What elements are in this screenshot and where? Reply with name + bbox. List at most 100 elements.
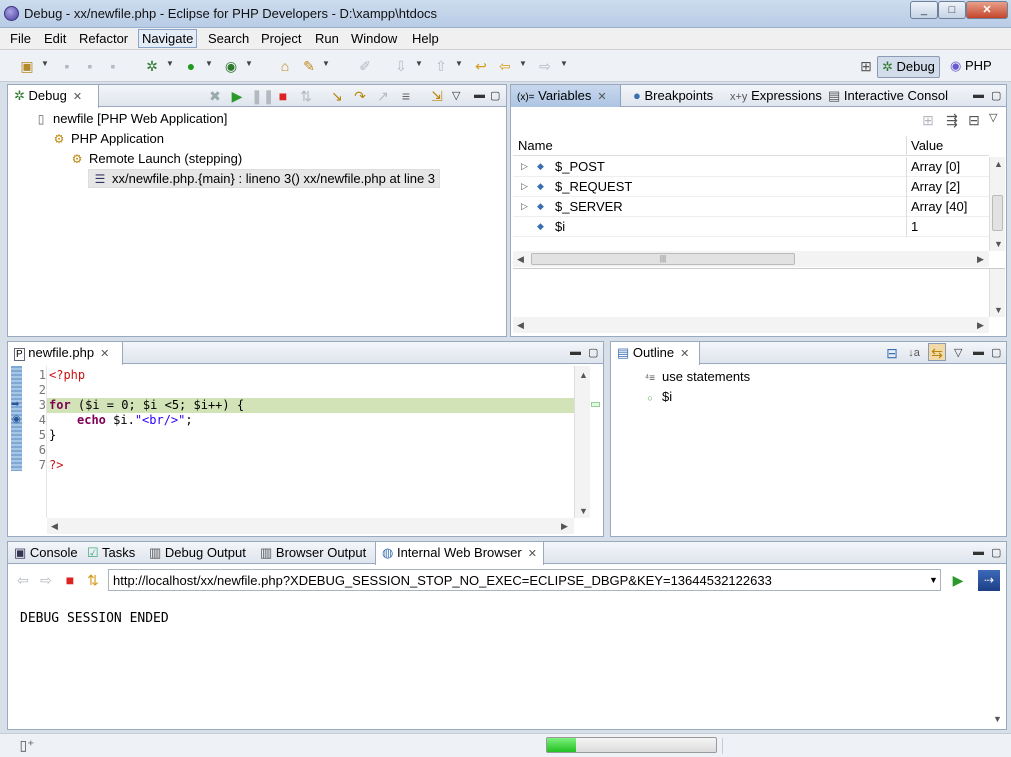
- run-dropdown-icon[interactable]: ▼: [205, 59, 213, 68]
- tree-item-application[interactable]: ⚙ PHP Application: [52, 131, 164, 146]
- back-icon[interactable]: ⇦: [496, 57, 514, 75]
- save-icon[interactable]: ▪: [58, 57, 76, 75]
- url-field[interactable]: http://localhost/xx/newfile.php?XDEBUG_S…: [108, 569, 941, 591]
- open-type-icon[interactable]: ⌂: [276, 57, 294, 75]
- save-all-icon[interactable]: ▪: [81, 57, 99, 75]
- scroll-down-icon[interactable]: ▼: [994, 239, 1003, 249]
- browser-stop-icon[interactable]: ■: [61, 571, 79, 589]
- outline-item[interactable]: ○ $i: [643, 389, 672, 404]
- minimize-view-icon[interactable]: ▬: [973, 89, 984, 101]
- close-tab-icon[interactable]: ✕: [680, 348, 689, 360]
- tab-breakpoints[interactable]: ● Breakpoints: [627, 85, 719, 107]
- sort-icon[interactable]: ↓a: [905, 344, 923, 362]
- maximize-view-icon[interactable]: ▢: [991, 546, 1001, 559]
- new-icon[interactable]: ▣: [18, 57, 36, 75]
- browser-back-icon[interactable]: ⇦: [14, 571, 32, 589]
- outline-item[interactable]: ⁴≡ use statements: [643, 369, 750, 384]
- forward-icon[interactable]: ⇨: [536, 57, 554, 75]
- editor-horizontal-scrollbar[interactable]: ◀ ▶: [47, 518, 574, 534]
- open-external-browser-icon[interactable]: ⇢: [978, 570, 1000, 591]
- variable-row[interactable]: ▷ ◆ $_REQUEST Array [2]: [513, 177, 989, 197]
- forward-dropdown-icon[interactable]: ▼: [560, 59, 568, 68]
- code-text-area[interactable]: <?php for ($i = 0; $i <5; $i++) { echo $…: [47, 368, 574, 473]
- external-tools-icon[interactable]: ◉: [222, 57, 240, 75]
- back-dropdown-icon[interactable]: ▼: [519, 59, 527, 68]
- minimize-view-icon[interactable]: ▬: [973, 346, 984, 358]
- go-icon[interactable]: ▶: [949, 571, 967, 589]
- details-vertical-scrollbar[interactable]: ▼: [989, 269, 1005, 317]
- tab-debug[interactable]: ✲ Debug ✕: [7, 85, 99, 108]
- browser-forward-icon[interactable]: ⇨: [37, 571, 55, 589]
- perspective-debug[interactable]: ✲ Debug: [877, 56, 940, 78]
- minimize-view-icon[interactable]: ▬: [973, 546, 984, 558]
- tab-variables[interactable]: (x)= Variables ✕: [511, 85, 621, 107]
- run-icon[interactable]: ●: [182, 57, 200, 75]
- maximize-button[interactable]: □: [938, 1, 966, 19]
- collapse-all-icon[interactable]: ⊟: [965, 111, 983, 129]
- scroll-thumb[interactable]: [992, 195, 1003, 231]
- close-tab-icon[interactable]: ✕: [73, 91, 82, 103]
- search-dropdown-icon[interactable]: ▼: [322, 59, 330, 68]
- scroll-left-icon[interactable]: ◀: [517, 254, 524, 265]
- disconnect-icon[interactable]: ⇅: [297, 87, 315, 105]
- scroll-down-icon[interactable]: ▼: [993, 714, 1002, 724]
- resume-icon[interactable]: ▶: [228, 87, 246, 105]
- close-tab-icon[interactable]: ✕: [100, 348, 109, 360]
- maximize-view-icon[interactable]: ▢: [991, 346, 1001, 359]
- show-type-names-icon[interactable]: ⊞: [919, 111, 937, 129]
- minimize-view-icon[interactable]: ▬: [474, 89, 485, 101]
- variables-horizontal-scrollbar[interactable]: ◀ ||| ▶: [513, 251, 989, 267]
- collapse-all-icon[interactable]: ⊟: [883, 344, 901, 362]
- link-with-editor-icon[interactable]: ⇆: [928, 343, 946, 361]
- print-icon[interactable]: ▪: [104, 57, 122, 75]
- variable-row[interactable]: ◆ $i 1: [513, 217, 989, 237]
- view-menu-icon[interactable]: ▽: [954, 346, 962, 359]
- close-tab-icon[interactable]: ✕: [528, 548, 537, 560]
- expand-arrow-icon[interactable]: ▷: [521, 181, 528, 192]
- menu-navigate[interactable]: Navigate: [138, 29, 198, 48]
- step-over-icon[interactable]: ↷: [351, 87, 369, 105]
- scroll-right-icon[interactable]: ▶: [977, 254, 984, 265]
- tab-debug-output[interactable]: ▥ Debug Output: [143, 542, 252, 564]
- search-tool-icon[interactable]: ✎: [300, 57, 318, 75]
- scroll-down-icon[interactable]: ▼: [994, 305, 1003, 315]
- menu-run[interactable]: Run: [312, 31, 342, 46]
- editor-vertical-scrollbar[interactable]: ▲ ▼: [574, 366, 590, 518]
- tab-browser-output[interactable]: ▥ Browser Output: [254, 542, 372, 564]
- step-return-icon[interactable]: ↗: [374, 87, 392, 105]
- close-button[interactable]: ✕: [966, 1, 1008, 19]
- tree-item-stack-frame[interactable]: ☰ xx/newfile.php.{main} : lineno 3() xx/n…: [88, 169, 441, 188]
- scroll-left-icon[interactable]: ◀: [51, 521, 58, 532]
- use-step-filters-icon[interactable]: ⇲: [428, 87, 446, 105]
- tab-console[interactable]: ▣ Console: [8, 542, 84, 564]
- column-value-header[interactable]: Value: [911, 138, 943, 153]
- details-horizontal-scrollbar[interactable]: ◀ ▶: [513, 317, 989, 333]
- scroll-down-icon[interactable]: ▼: [579, 506, 588, 516]
- menu-edit[interactable]: Edit: [41, 31, 69, 46]
- variable-row[interactable]: ▷ ◆ $_POST Array [0]: [513, 157, 989, 177]
- suspend-icon[interactable]: ❚❚: [251, 87, 274, 105]
- scroll-right-icon[interactable]: ▶: [977, 320, 984, 331]
- variables-vertical-scrollbar[interactable]: ▲ ▼: [989, 157, 1005, 251]
- open-perspective-icon[interactable]: ⊞: [857, 57, 875, 75]
- fast-view-icon[interactable]: ▯⁺: [18, 736, 36, 754]
- prev-annotation-dropdown-icon[interactable]: ▼: [455, 59, 463, 68]
- url-dropdown-icon[interactable]: ▼: [929, 575, 938, 585]
- tree-item-remote-launch[interactable]: ⚙ Remote Launch (stepping): [70, 151, 243, 166]
- step-into-icon[interactable]: ↘: [328, 87, 346, 105]
- external-tools-dropdown-icon[interactable]: ▼: [245, 59, 253, 68]
- tab-tasks[interactable]: ☑ Tasks: [81, 542, 141, 564]
- tab-interactive-console[interactable]: ▤ Interactive Consol: [822, 85, 954, 107]
- column-name-header[interactable]: Name: [518, 138, 553, 153]
- variable-row[interactable]: ▷ ◆ $_SERVER Array [40]: [513, 197, 989, 217]
- scroll-up-icon[interactable]: ▲: [994, 159, 1003, 169]
- close-tab-icon[interactable]: ✕: [597, 91, 606, 103]
- menu-refactor[interactable]: Refactor: [76, 31, 131, 46]
- menu-project[interactable]: Project: [258, 31, 304, 46]
- drop-to-frame-icon[interactable]: ≡: [397, 87, 415, 105]
- overview-ruler-marker[interactable]: [591, 402, 600, 407]
- perspective-php[interactable]: ◉ PHP: [946, 56, 996, 78]
- scroll-thumb[interactable]: |||: [531, 253, 795, 265]
- menu-search[interactable]: Search: [205, 31, 252, 46]
- menu-help[interactable]: Help: [409, 31, 442, 46]
